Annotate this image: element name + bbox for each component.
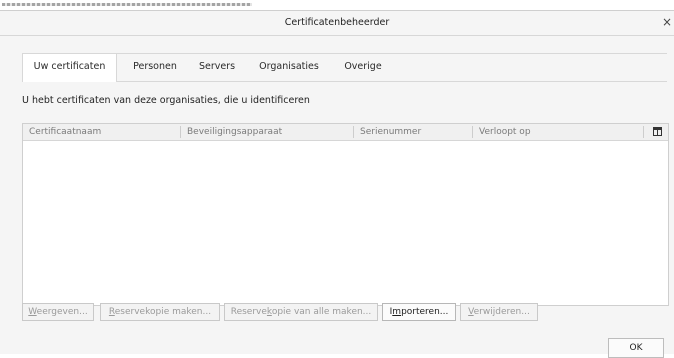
column-separator[interactable]: [180, 126, 181, 138]
import-button[interactable]: Importeren...: [382, 303, 456, 321]
tab-personen[interactable]: Personen: [125, 54, 185, 79]
close-icon[interactable]: ×: [662, 15, 672, 29]
tab-servers[interactable]: Servers: [192, 54, 242, 79]
column-separator[interactable]: [643, 126, 644, 138]
certificate-manager-dialog: Certificatenbeheerder × Uw certificaten …: [0, 10, 674, 358]
tab-overige[interactable]: Overige: [338, 54, 388, 79]
tab-label: Personen: [133, 61, 177, 72]
ok-button[interactable]: OK: [608, 338, 664, 358]
column-separator[interactable]: [353, 126, 354, 138]
background-text-fragment: [2, 3, 252, 6]
column-picker-icon[interactable]: [653, 127, 662, 136]
tab-label: Organisaties: [259, 61, 319, 72]
tab-label: Overige: [344, 61, 382, 72]
column-header-certificaatnaam[interactable]: Certificaatnaam: [29, 127, 101, 137]
column-header-serienummer[interactable]: Serienummer: [360, 127, 421, 137]
access-key: W: [28, 307, 37, 317]
column-header-verloopt-op[interactable]: Verloopt op: [479, 127, 531, 137]
title-bar: Certificatenbeheerder ×: [0, 11, 674, 36]
button-label-part: opie van alle maken...: [271, 307, 372, 317]
tab-bar: Uw certificaten Personen Servers Organis…: [22, 53, 667, 82]
tab-label: Uw certificaten: [33, 61, 106, 72]
button-label-part: erwijderen...: [473, 307, 530, 317]
column-header-beveiligingsapparaat[interactable]: Beveiligingsapparaat: [187, 127, 282, 137]
dialog-title: Certificatenbeheerder: [284, 17, 390, 28]
description-text: U hebt certificaten van deze organisatie…: [22, 95, 310, 106]
access-key: m: [392, 307, 402, 317]
certificate-table[interactable]: Certificaatnaam Beveiligingsapparaat Ser…: [22, 123, 669, 306]
table-header: Certificaatnaam Beveiligingsapparaat Ser…: [23, 124, 668, 141]
tab-organisaties[interactable]: Organisaties: [254, 54, 324, 79]
button-label-part: eergeven...: [36, 307, 88, 317]
backup-all-button[interactable]: Reservekopie van alle maken...: [224, 303, 378, 321]
button-label-part: eservekopie maken...: [114, 307, 212, 317]
button-label-part: Reserve: [230, 307, 267, 317]
delete-button[interactable]: Verwijderen...: [460, 303, 538, 321]
background-window-strip: [0, 0, 674, 10]
column-separator[interactable]: [472, 126, 473, 138]
tab-uw-certificaten[interactable]: Uw certificaten: [22, 54, 117, 82]
backup-button[interactable]: Reservekopie maken...: [100, 303, 220, 321]
tab-label: Servers: [198, 61, 236, 72]
button-label-part: porteren...: [401, 307, 449, 317]
view-button[interactable]: Weergeven...: [22, 303, 94, 321]
